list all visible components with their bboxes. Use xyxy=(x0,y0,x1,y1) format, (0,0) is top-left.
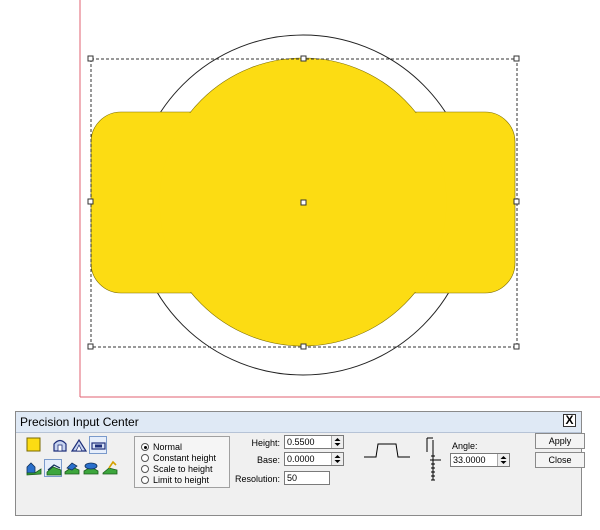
color-swatch-icon xyxy=(26,437,41,452)
mode-limit-to-height-option[interactable]: Limit to height xyxy=(141,474,209,486)
angle-input[interactable] xyxy=(451,454,501,466)
terrain-tool-1-button[interactable] xyxy=(25,459,43,477)
spin-arrows-icon xyxy=(334,438,341,446)
terrain-5-icon xyxy=(102,460,118,475)
mode-normal-label: Normal xyxy=(153,442,183,452)
resolution-input[interactable] xyxy=(285,472,331,484)
terrain-4-icon xyxy=(83,462,99,475)
dome-tool-button[interactable] xyxy=(51,436,69,454)
base-spinner[interactable] xyxy=(284,452,344,466)
handle-top-center xyxy=(300,55,307,62)
close-button[interactable]: Close xyxy=(535,452,585,468)
handle-bottom-right xyxy=(513,343,520,350)
terrain-tool-5-button[interactable] xyxy=(101,459,119,477)
close-icon: X xyxy=(565,413,574,427)
resolution-field[interactable] xyxy=(284,471,331,485)
flat-box-tool-button[interactable] xyxy=(89,436,107,454)
handle-top-left xyxy=(87,55,94,62)
terrain-2-icon xyxy=(46,464,62,476)
base-spin-buttons[interactable] xyxy=(331,453,343,465)
angle-slider-icon[interactable] xyxy=(421,436,443,482)
panel-title: Precision Input Center xyxy=(20,415,139,429)
dome-icon xyxy=(53,439,67,452)
terrain-1-icon xyxy=(26,462,42,476)
spin-arrows-icon xyxy=(500,456,507,464)
peak-tool-button[interactable] xyxy=(70,436,88,454)
height-spinner[interactable] xyxy=(284,435,344,449)
mode-scale-to-height-label: Scale to height xyxy=(153,464,213,474)
mode-constant-height-radio[interactable] xyxy=(141,454,149,462)
base-input[interactable] xyxy=(285,453,335,465)
mode-constant-height-label: Constant height xyxy=(153,453,217,463)
panel-title-bar[interactable]: Precision Input Center X xyxy=(16,412,581,433)
canvas-drawing[interactable] xyxy=(0,0,600,405)
height-input[interactable] xyxy=(285,436,335,448)
base-label: Base: xyxy=(256,455,280,465)
handle-middle-right xyxy=(513,198,520,205)
resolution-label: Resolution: xyxy=(234,474,280,484)
height-profile-preview xyxy=(364,443,410,458)
handle-center xyxy=(300,199,307,206)
handle-bottom-center xyxy=(300,343,307,350)
mode-normal-radio[interactable] xyxy=(141,443,149,451)
color-swatch-button[interactable] xyxy=(25,436,43,454)
angle-label: Angle: xyxy=(452,441,478,451)
mode-scale-to-height-radio[interactable] xyxy=(141,465,149,473)
handle-bottom-left xyxy=(87,343,94,350)
angle-spin-buttons[interactable] xyxy=(497,454,509,466)
peak-icon xyxy=(70,438,88,452)
terrain-tool-3-button[interactable] xyxy=(63,459,81,477)
apply-button[interactable]: Apply xyxy=(535,433,585,449)
close-panel-button[interactable]: X xyxy=(563,414,576,427)
terrain-tool-4-button[interactable] xyxy=(82,459,100,477)
angle-spinner[interactable] xyxy=(450,453,510,467)
precision-input-center-panel: Precision Input Center X Normal Constant… xyxy=(15,411,585,516)
design-canvas[interactable] xyxy=(0,0,600,405)
mode-limit-to-height-label: Limit to height xyxy=(153,475,210,485)
height-spin-buttons[interactable] xyxy=(331,436,343,448)
handle-middle-left xyxy=(87,198,94,205)
height-label: Height: xyxy=(251,438,280,448)
terrain-tool-2-button[interactable] xyxy=(44,459,62,477)
handle-top-right xyxy=(513,55,520,62)
terrain-3-icon xyxy=(64,462,80,475)
mode-limit-to-height-radio[interactable] xyxy=(141,476,149,484)
spin-arrows-icon xyxy=(334,455,341,463)
flat-box-icon xyxy=(91,442,106,450)
